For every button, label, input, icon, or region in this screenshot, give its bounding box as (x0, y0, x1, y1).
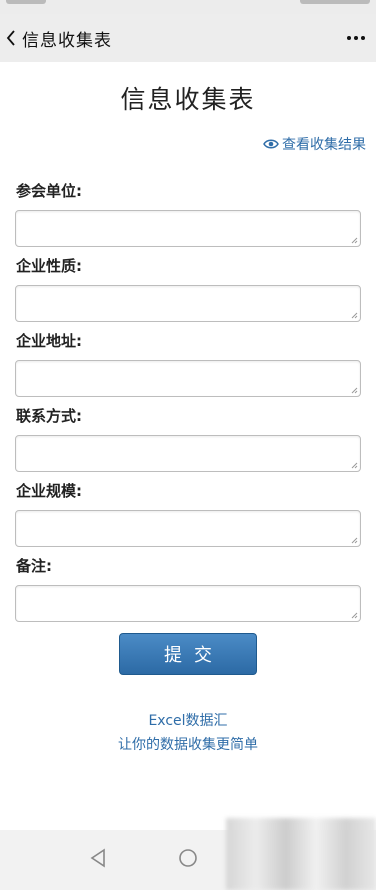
system-home-button[interactable] (174, 844, 202, 872)
back-button[interactable] (0, 14, 22, 62)
triangle-back-icon (90, 848, 105, 868)
submit-button[interactable]: 提交 (119, 633, 257, 675)
participating-unit-input[interactable] (15, 210, 361, 247)
contact-input[interactable] (15, 435, 361, 472)
view-results-link[interactable]: 查看收集结果 (263, 134, 366, 154)
page-content: 信息收集表 查看收集结果 参会单位: 企业性质: 企业地址: 联系方式: 企业规… (0, 62, 376, 753)
field-label: 企业规模: (16, 482, 82, 500)
footer-tagline: 让你的数据收集更简单 (118, 737, 258, 753)
status-bar-right (300, 0, 370, 4)
status-bar-left (6, 0, 46, 4)
circle-home-icon (179, 849, 197, 867)
resize-grip-icon[interactable] (351, 387, 358, 394)
field-label: 企业地址: (16, 332, 82, 350)
status-bar (0, 0, 376, 14)
view-results-label: 查看收集结果 (282, 137, 366, 153)
system-back-button[interactable] (84, 844, 112, 872)
resize-grip-icon[interactable] (351, 237, 358, 244)
excel-data-link[interactable]: Excel数据汇 (0, 710, 376, 730)
field-label: 备注: (16, 557, 52, 575)
field-label: 联系方式: (16, 407, 82, 425)
blurred-watermark (226, 818, 376, 890)
more-dots-icon (347, 36, 365, 40)
more-button[interactable] (342, 14, 370, 62)
eye-icon (263, 139, 279, 149)
enterprise-address-input[interactable] (15, 360, 361, 397)
resize-grip-icon[interactable] (351, 462, 358, 469)
remarks-input[interactable] (15, 585, 361, 622)
page-title: 信息收集表 (120, 85, 256, 114)
resize-grip-icon[interactable] (351, 537, 358, 544)
resize-grip-icon[interactable] (351, 312, 358, 319)
enterprise-nature-input[interactable] (15, 285, 361, 322)
nav-title: 信息收集表 (22, 30, 112, 51)
enterprise-scale-input[interactable] (15, 510, 361, 547)
chevron-left-icon (6, 30, 15, 46)
field-label: 企业性质: (16, 257, 82, 275)
field-label: 参会单位: (16, 182, 82, 200)
resize-grip-icon[interactable] (351, 612, 358, 619)
top-nav-bar: 信息收集表 (0, 14, 376, 62)
